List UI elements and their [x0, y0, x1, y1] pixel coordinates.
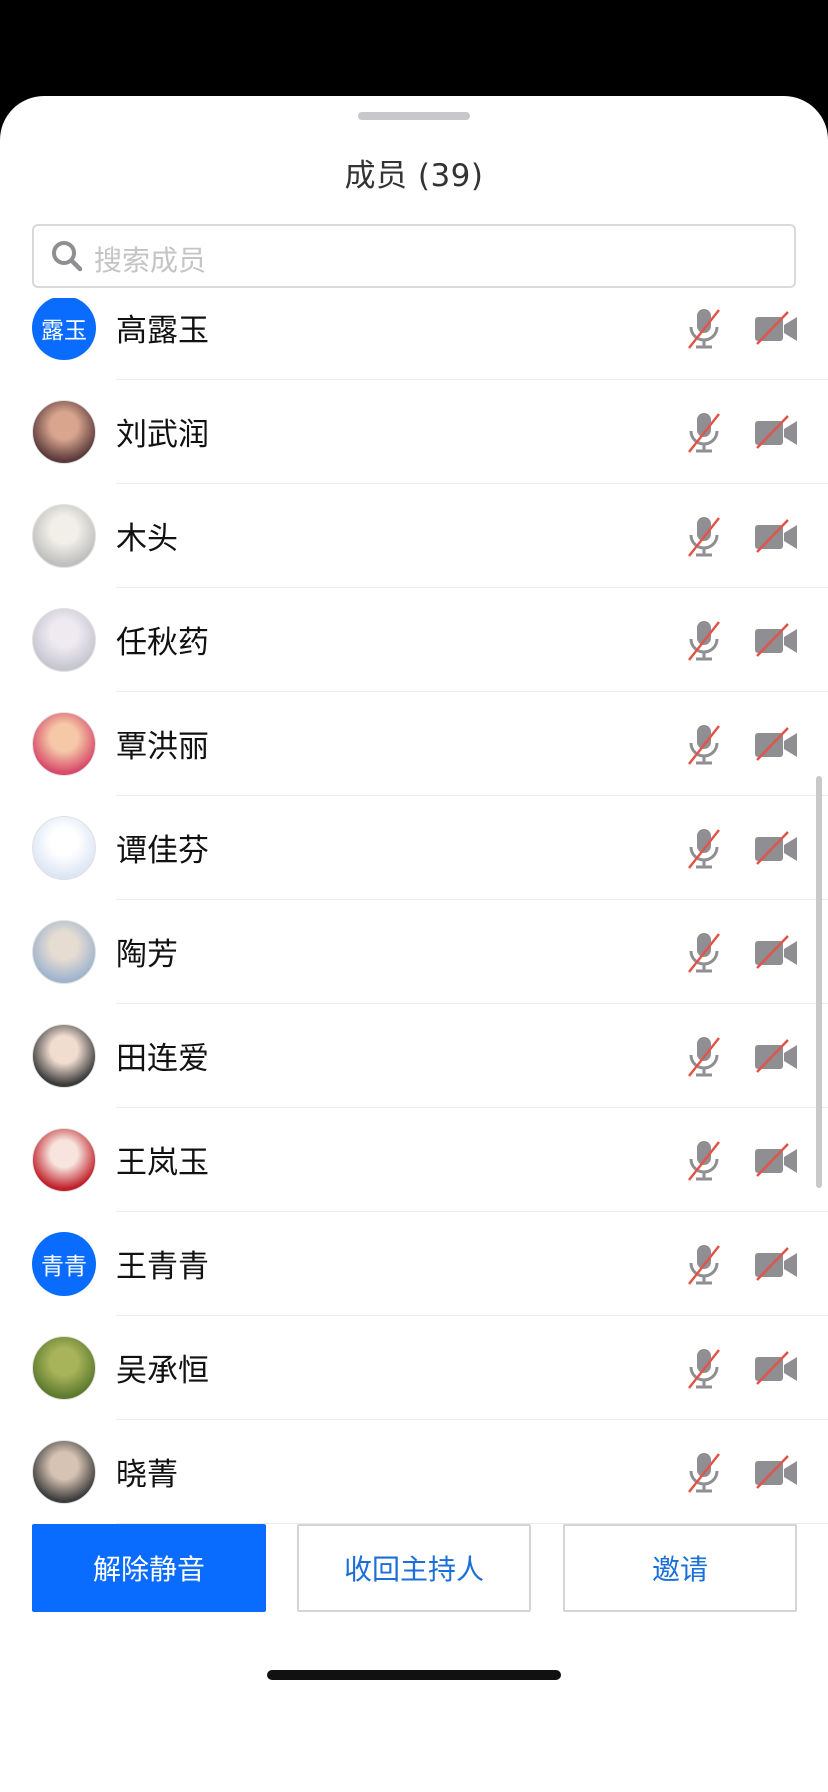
avatar: [32, 712, 96, 776]
mic-muted-icon[interactable]: [686, 1138, 722, 1182]
camera-off-icon[interactable]: [754, 934, 798, 970]
mic-muted-icon[interactable]: [686, 1034, 722, 1078]
camera-off-icon[interactable]: [754, 622, 798, 658]
avatar: [32, 920, 96, 984]
avatar: 青青: [32, 1232, 96, 1296]
list-item[interactable]: 吴承恒: [0, 1316, 828, 1420]
camera-off-icon[interactable]: [754, 1246, 798, 1282]
home-indicator: [267, 1670, 561, 1680]
mic-muted-icon[interactable]: [686, 826, 722, 870]
reclaim-host-button[interactable]: 收回主持人: [297, 1524, 531, 1612]
camera-off-icon[interactable]: [754, 1038, 798, 1074]
avatar: [32, 1024, 96, 1088]
mic-muted-icon[interactable]: [686, 1242, 722, 1286]
mic-muted-icon[interactable]: [686, 410, 722, 454]
mic-muted-icon[interactable]: [686, 930, 722, 974]
avatar: [32, 400, 96, 464]
member-name: 田连爱: [116, 1041, 209, 1077]
camera-off-icon[interactable]: [754, 830, 798, 866]
search-input[interactable]: 搜索成员: [32, 224, 796, 288]
member-name: 谭佳芬: [116, 833, 209, 869]
avatar: [32, 1336, 96, 1400]
camera-off-icon[interactable]: [754, 518, 798, 554]
member-name: 王青青: [116, 1249, 209, 1285]
invite-button[interactable]: 邀请: [563, 1524, 797, 1612]
camera-off-icon[interactable]: [754, 726, 798, 762]
mic-muted-icon[interactable]: [686, 306, 722, 350]
scrollbar[interactable]: [816, 776, 822, 1188]
list-item[interactable]: 陶芳: [0, 900, 828, 1004]
member-name: 任秋药: [116, 625, 209, 661]
camera-off-icon[interactable]: [754, 1350, 798, 1386]
list-item[interactable]: 青青 王青青: [0, 1212, 828, 1316]
search-icon: [52, 241, 83, 272]
list-item[interactable]: 田连爱: [0, 1004, 828, 1108]
avatar: [32, 608, 96, 672]
avatar: [32, 816, 96, 880]
list-item[interactable]: 晓菁: [0, 1420, 828, 1524]
mic-muted-icon[interactable]: [686, 514, 722, 558]
avatar: [32, 1128, 96, 1192]
avatar: 露玉: [32, 298, 96, 360]
member-name: 木头: [116, 521, 178, 557]
sheet-grabber[interactable]: [358, 112, 470, 120]
member-list[interactable]: 露玉高露玉刘武润木头任秋药覃洪丽谭佳芬陶芳田连爱王岚玉青青王青青吴承恒晓菁学1饶…: [0, 298, 828, 1606]
unmute-button[interactable]: 解除静音: [32, 1524, 266, 1612]
camera-off-icon[interactable]: [754, 1142, 798, 1178]
page-title: 成员 (39): [344, 158, 484, 194]
member-name: 王岚玉: [116, 1145, 209, 1181]
avatar: [32, 1440, 96, 1504]
camera-off-icon[interactable]: [754, 414, 798, 450]
mic-muted-icon[interactable]: [686, 618, 722, 662]
list-item[interactable]: 露玉 高露玉: [0, 298, 828, 380]
mic-muted-icon[interactable]: [686, 1450, 722, 1494]
avatar: [32, 504, 96, 568]
camera-off-icon[interactable]: [754, 310, 798, 346]
member-name: 刘武润: [116, 417, 209, 453]
member-name: 覃洪丽: [116, 729, 209, 765]
list-item[interactable]: 王岚玉: [0, 1108, 828, 1212]
member-name: 高露玉: [116, 313, 209, 349]
list-item[interactable]: 谭佳芬: [0, 796, 828, 900]
member-name: 晓菁: [116, 1457, 178, 1493]
list-item[interactable]: 任秋药: [0, 588, 828, 692]
search-placeholder: 搜索成员: [94, 244, 207, 277]
mic-muted-icon[interactable]: [686, 722, 722, 766]
list-item[interactable]: 刘武润: [0, 380, 828, 484]
member-name: 陶芳: [116, 937, 178, 973]
member-name: 吴承恒: [116, 1353, 209, 1389]
list-item[interactable]: 木头: [0, 484, 828, 588]
camera-off-icon[interactable]: [754, 1454, 798, 1490]
mic-muted-icon[interactable]: [686, 1346, 722, 1390]
list-item[interactable]: 覃洪丽: [0, 692, 828, 796]
